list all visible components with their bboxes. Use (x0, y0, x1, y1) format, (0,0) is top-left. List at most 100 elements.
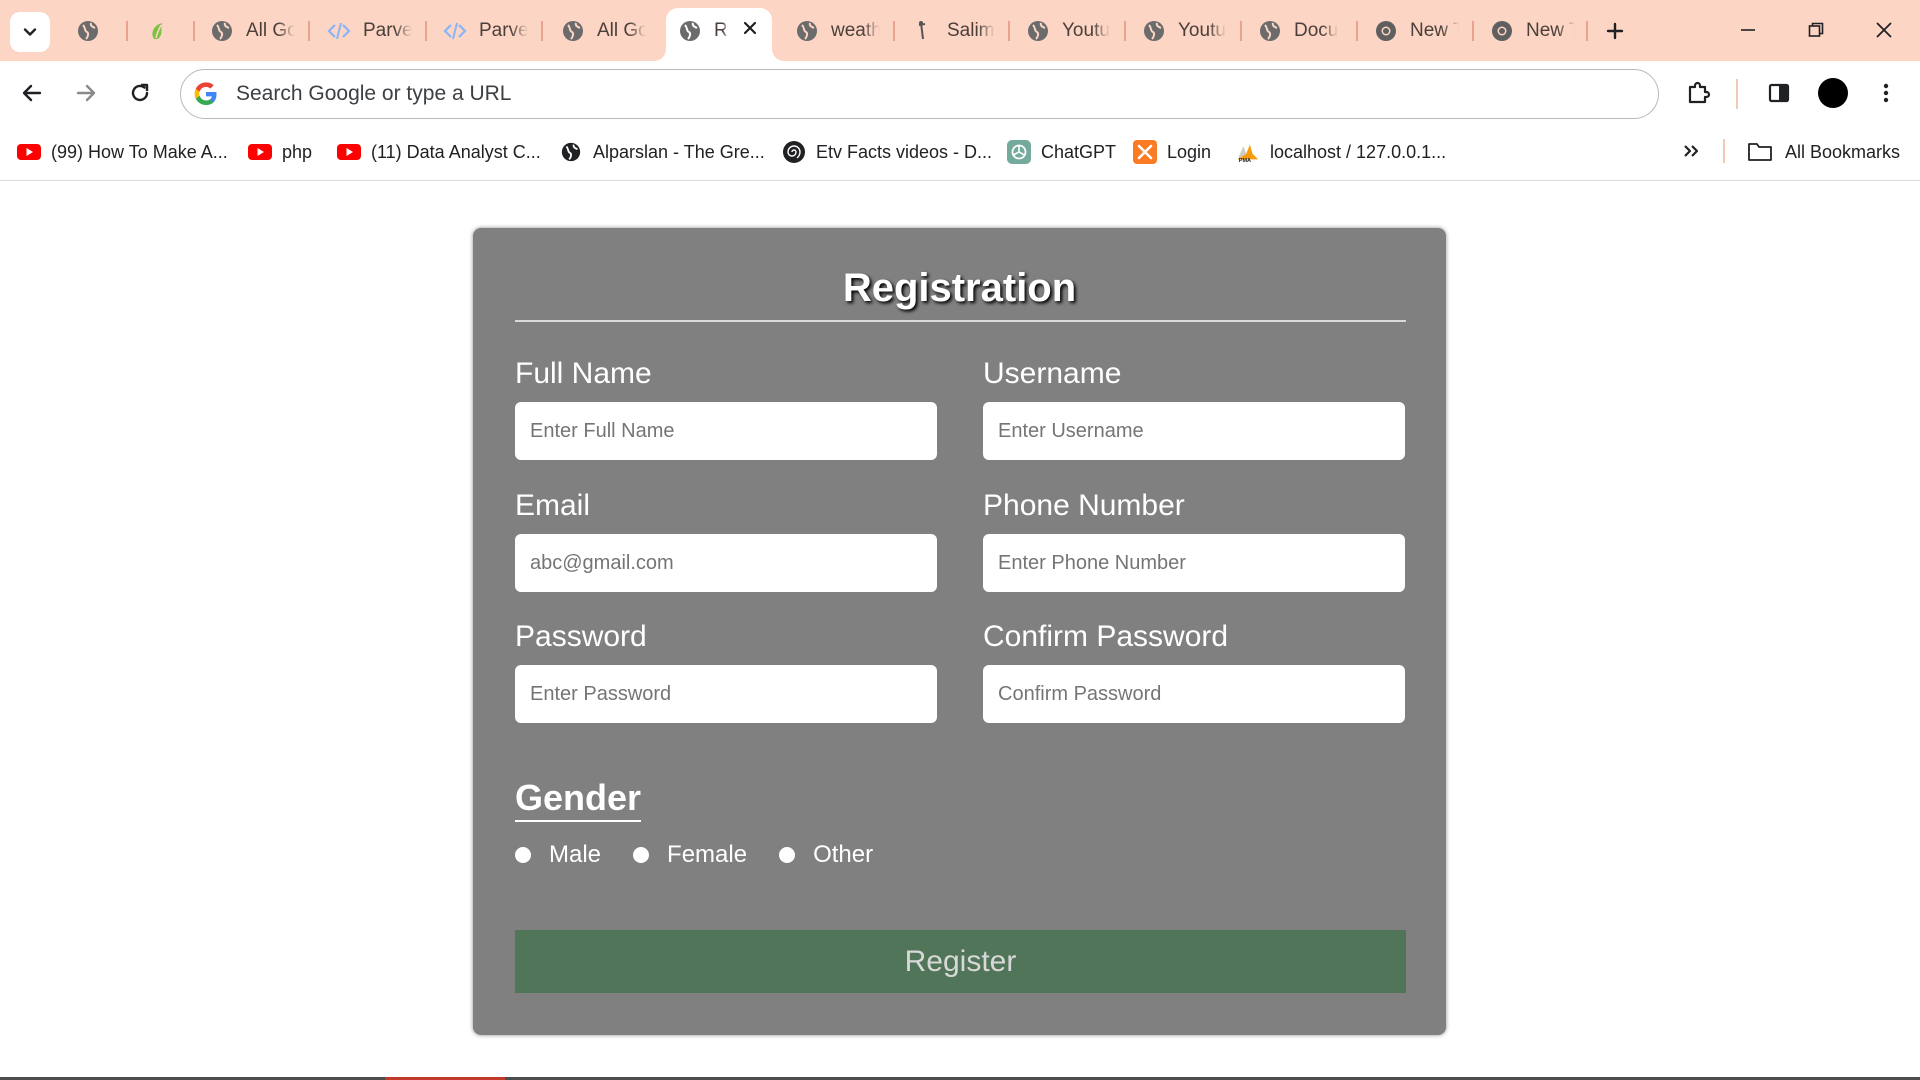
spiral-icon (782, 140, 806, 164)
full-name-group: Full Name (515, 356, 937, 460)
username-group: Username (983, 356, 1405, 460)
bookmark-item[interactable]: Alparslan - The Gre... (559, 137, 765, 167)
password-input[interactable] (515, 665, 937, 723)
reload-button[interactable] (120, 73, 160, 113)
tab-separator (1124, 21, 1126, 41)
forward-button[interactable] (66, 73, 106, 113)
tab-5[interactable]: All Go (561, 12, 646, 50)
puzzle-icon (1688, 81, 1711, 104)
title-divider (515, 320, 1406, 322)
phone-input[interactable] (983, 534, 1405, 592)
double-chevron-right-icon (1684, 145, 1699, 157)
globe-icon (559, 140, 583, 164)
bookmark-item[interactable]: Login (1133, 137, 1211, 167)
close-icon (1876, 22, 1892, 38)
tab-2[interactable]: All Go (210, 12, 295, 50)
gender-title: Gender (515, 778, 642, 822)
tab-13[interactable]: New T (1490, 12, 1575, 50)
avatar (1818, 78, 1848, 108)
tab-0[interactable] (76, 12, 116, 50)
radio-circle[interactable] (779, 847, 796, 863)
tab-separator (308, 21, 310, 41)
chrome-icon (1490, 19, 1514, 43)
tab-separator (893, 21, 895, 41)
confirm-password-group: Confirm Password (983, 619, 1405, 723)
gender-options: Male Female Other (515, 840, 905, 870)
reload-icon (131, 83, 149, 102)
bookmark-item[interactable]: Etv Facts videos - D... (782, 137, 992, 167)
tab-9[interactable]: Youtu (1026, 12, 1111, 50)
full-name-label: Full Name (515, 357, 652, 390)
google-icon (194, 82, 217, 105)
new-tab-button[interactable] (1598, 14, 1632, 48)
radio-circle[interactable] (515, 847, 531, 863)
tab-10[interactable]: Youtu (1142, 12, 1227, 50)
register-button[interactable]: Register (515, 930, 1406, 993)
back-button[interactable] (12, 73, 52, 113)
username-input[interactable] (983, 402, 1405, 460)
omnibox-input[interactable] (236, 76, 1616, 112)
tab-separator (1240, 21, 1242, 41)
bookmark-item[interactable]: (11) Data Analyst C... (337, 137, 541, 167)
form-title: Registration (842, 266, 1077, 310)
gender-option-female[interactable]: Female (633, 841, 747, 869)
bookmarks-separator (1723, 139, 1725, 163)
side-panel-button[interactable] (1759, 73, 1799, 113)
bookmarks-bar: (99) How To Make A... php (11) Data Anal… (0, 127, 1920, 181)
tab-search-button[interactable] (10, 12, 50, 52)
phone-group: Phone Number (983, 488, 1405, 592)
radio-circle[interactable] (633, 847, 650, 863)
tab-8[interactable]: Salim (911, 12, 996, 50)
browser-toolbar (0, 61, 1920, 127)
youtube-icon (17, 140, 41, 164)
bookmark-item[interactable]: PMA localhost / 127.0.0.1... (1236, 137, 1446, 167)
tab-12[interactable]: New T (1374, 12, 1459, 50)
openai-icon (1007, 140, 1031, 164)
password-group: Password (515, 619, 937, 723)
globe-icon (210, 19, 234, 43)
email-group: Email (515, 488, 937, 592)
stick-icon (911, 19, 935, 43)
tab-6-active[interactable]: R (678, 12, 730, 50)
tab-separator (1008, 21, 1010, 41)
confirm-password-input[interactable] (983, 665, 1405, 723)
email-input[interactable] (515, 534, 937, 592)
chrome-icon (1374, 19, 1398, 43)
more-bookmarks-button[interactable] (1676, 136, 1706, 166)
youtube-icon (248, 140, 272, 164)
menu-button[interactable] (1866, 73, 1906, 113)
bookmark-item[interactable]: php (248, 137, 312, 167)
tab-1[interactable] (146, 12, 186, 50)
gender-option-other[interactable]: Other (779, 841, 873, 869)
globe-icon (561, 19, 585, 43)
extensions-button[interactable] (1679, 73, 1719, 113)
tab-separator (193, 21, 195, 41)
bookmark-item[interactable]: ChatGPT (1007, 137, 1116, 167)
username-label: Username (983, 357, 1122, 390)
tab-3[interactable]: Parvej (327, 12, 412, 50)
tab-7[interactable]: weath (795, 12, 880, 50)
profile-button[interactable] (1813, 73, 1853, 113)
all-bookmarks-button[interactable]: All Bookmarks (1747, 137, 1900, 167)
plus-icon (1606, 22, 1624, 40)
arrow-left-icon (22, 84, 42, 102)
globe-icon (678, 19, 702, 43)
xampp-icon (1133, 140, 1157, 164)
youtube-icon (337, 140, 361, 164)
tab-separator (1472, 21, 1474, 41)
svg-text:PMA: PMA (1239, 158, 1251, 164)
window-close-button[interactable] (1862, 10, 1906, 50)
full-name-input[interactable] (515, 402, 937, 460)
phpmyadmin-icon: PMA (1236, 140, 1260, 164)
tab-close-button[interactable] (738, 16, 762, 40)
bookmark-item[interactable]: (99) How To Make A... (17, 137, 228, 167)
tab-4[interactable]: Parvej (443, 12, 528, 50)
minimize-button[interactable] (1726, 10, 1770, 50)
minimize-icon (1741, 29, 1755, 31)
email-label: Email (515, 489, 591, 522)
restore-icon (1808, 22, 1824, 37)
gender-option-male[interactable]: Male (515, 841, 601, 869)
restore-button[interactable] (1794, 10, 1838, 50)
address-bar[interactable] (180, 69, 1659, 119)
tab-11[interactable]: Docu (1258, 12, 1343, 50)
